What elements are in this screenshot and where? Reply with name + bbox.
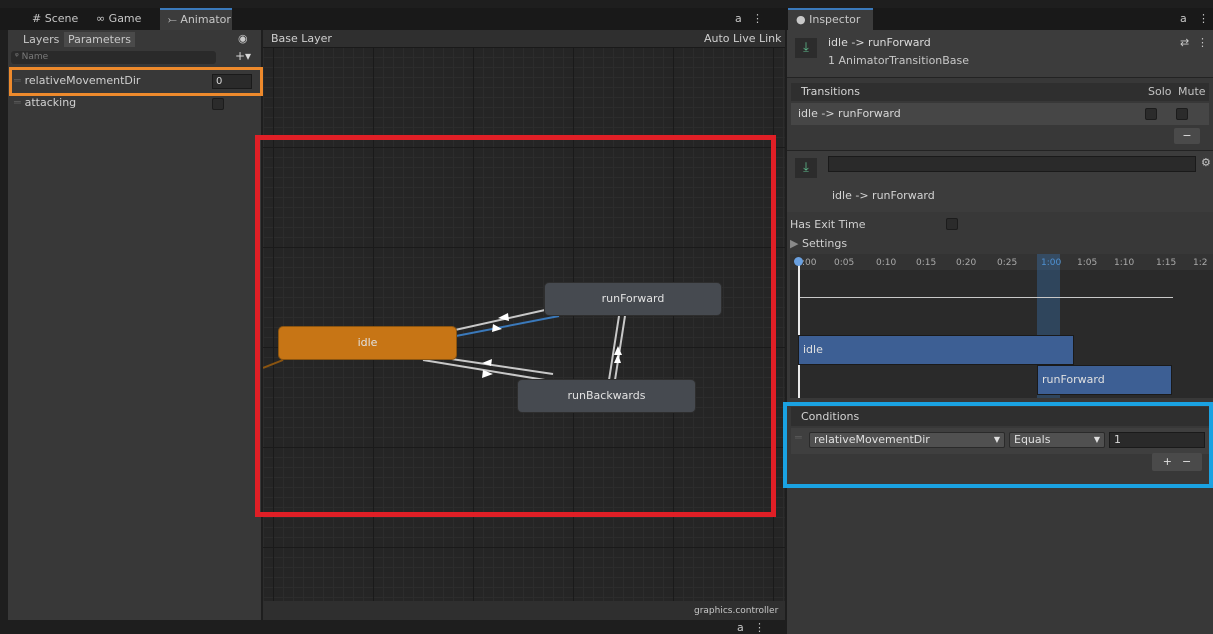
playhead-handle-icon[interactable] xyxy=(794,257,803,266)
parameter-bool-checkbox[interactable] xyxy=(212,98,224,110)
scene-icon: # xyxy=(32,12,42,25)
tab-scene[interactable]: # Scene xyxy=(24,8,86,30)
parameter-name: attacking xyxy=(24,96,77,109)
timeline-tick: 0:20 xyxy=(956,258,977,268)
tab-parameters[interactable]: Parameters xyxy=(64,32,135,47)
timeline-clip-from[interactable]: idle xyxy=(798,335,1074,365)
highlight-box-red xyxy=(255,135,776,517)
timeline-tick: 0:05 xyxy=(834,258,855,268)
tab-label: Game xyxy=(108,12,142,25)
parameter-search-input[interactable]: ᵠ Name xyxy=(11,51,216,64)
tab-game[interactable]: ∞ Game xyxy=(88,8,149,30)
drag-handle-icon[interactable]: ═ xyxy=(14,96,21,109)
lock-icon[interactable]: a xyxy=(1180,12,1187,25)
has-exit-time-checkbox[interactable] xyxy=(946,218,958,230)
inspector-title: idle -> runForward xyxy=(828,36,931,49)
solo-label: Solo xyxy=(1148,85,1172,98)
tab-label: Scene xyxy=(44,12,79,25)
search-icon: ᵠ xyxy=(15,52,19,62)
has-exit-time-label: Has Exit Time xyxy=(790,218,866,231)
timeline-clip-to[interactable]: runForward xyxy=(1037,365,1172,395)
inspector-subtitle: 1 AnimatorTransitionBase xyxy=(828,54,970,67)
parameters-panel xyxy=(8,30,261,620)
gear-icon[interactable]: ⚙ xyxy=(1201,156,1211,169)
transition-detail-label: idle -> runForward xyxy=(832,189,935,202)
tab-label: Inspector xyxy=(809,13,861,26)
weight-curve xyxy=(800,297,1173,298)
timeline-tick: 1:10 xyxy=(1114,258,1135,268)
remove-transition-button[interactable]: − xyxy=(1174,128,1200,144)
animator-icon: ⤚ xyxy=(168,13,177,26)
timeline-playhead[interactable] xyxy=(798,260,800,398)
transitions-section-header: Transitions xyxy=(791,83,1209,101)
foldout-arrow-icon: ▶ xyxy=(790,237,799,250)
timeline-tick: :00 xyxy=(802,258,817,268)
transition-name-input[interactable] xyxy=(828,156,1196,172)
info-icon: ● xyxy=(796,13,806,26)
settings-foldout[interactable]: ▶ Settings xyxy=(790,237,847,250)
eye-icon[interactable]: ◉ xyxy=(238,30,248,48)
lock-icon[interactable]: a xyxy=(735,12,742,25)
tab-inspector[interactable]: ● Inspector xyxy=(788,8,873,30)
mute-checkbox[interactable] xyxy=(1176,108,1188,120)
add-parameter-button[interactable]: +▾ xyxy=(235,49,251,63)
controller-filename: graphics.controller xyxy=(694,606,779,616)
tab-animator[interactable]: ⤚ Animator xyxy=(160,8,232,30)
tab-label: Animator xyxy=(180,13,231,26)
parameter-row[interactable]: ═ attacking xyxy=(14,94,76,112)
tab-layers[interactable]: Layers xyxy=(19,32,63,47)
menu-icon[interactable]: ⋮ xyxy=(754,621,765,634)
transition-icon: ⤓ xyxy=(795,158,817,178)
menu-icon[interactable]: ⋮ xyxy=(752,12,763,25)
mute-label: Mute xyxy=(1178,85,1206,98)
timeline-tick: 1:05 xyxy=(1077,258,1098,268)
menu-icon[interactable]: ⋮ xyxy=(1198,12,1209,25)
section-title: Transitions xyxy=(801,85,860,98)
highlight-box-orange xyxy=(9,67,263,96)
timeline-tick: 1:2 xyxy=(1193,258,1208,268)
lock-icon[interactable]: a xyxy=(737,621,744,634)
timeline-tick: 1:15 xyxy=(1156,258,1177,268)
gamepad-icon: ∞ xyxy=(96,12,106,25)
transition-icon: ⤓ xyxy=(795,38,817,58)
menu-icon[interactable]: ⋮ xyxy=(1197,36,1208,49)
timeline-tick: 0:25 xyxy=(997,258,1018,268)
settings-label: Settings xyxy=(801,237,848,250)
timeline-tick: 0:10 xyxy=(876,258,897,268)
highlight-box-blue xyxy=(783,402,1213,488)
timeline-tick: 0:15 xyxy=(916,258,937,268)
solo-checkbox[interactable] xyxy=(1145,108,1157,120)
search-placeholder: Name xyxy=(21,52,49,62)
preset-icon[interactable]: ⇄ xyxy=(1180,36,1189,49)
